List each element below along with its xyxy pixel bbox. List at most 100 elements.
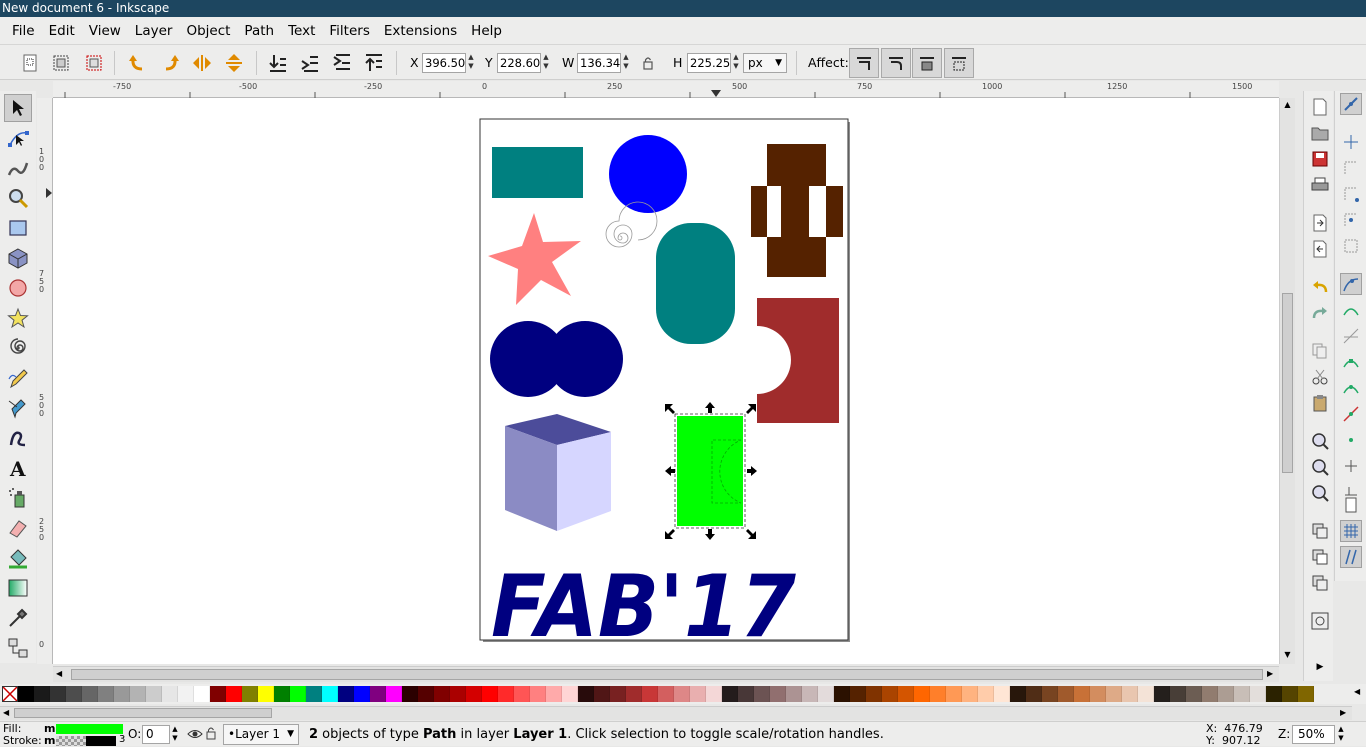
layer-visibility-toggle[interactable] (187, 726, 203, 742)
flip-horizontal-button[interactable] (188, 49, 216, 77)
snap-bbox-midpoints-toggle[interactable] (1340, 209, 1362, 231)
color-swatch[interactable] (34, 686, 50, 702)
rotate-cw-button[interactable] (156, 49, 184, 77)
select-all-layers-button[interactable] (47, 49, 75, 77)
menu-text[interactable]: Text (282, 23, 321, 39)
snap-guides-toggle[interactable] (1340, 546, 1362, 568)
spray-tool[interactable] (4, 484, 32, 512)
color-swatch[interactable] (1250, 686, 1266, 702)
snap-midpoints-toggle[interactable] (1340, 403, 1362, 425)
color-swatch[interactable] (1026, 686, 1042, 702)
palette-scroll-thumb[interactable] (14, 708, 272, 718)
duplicate-button[interactable] (1310, 521, 1330, 541)
color-swatch[interactable] (754, 686, 770, 702)
color-swatch[interactable] (1218, 686, 1234, 702)
color-swatch[interactable] (1090, 686, 1106, 702)
select-all-button[interactable] (16, 49, 44, 77)
menu-layer[interactable]: Layer (129, 23, 179, 39)
color-swatch[interactable] (226, 686, 242, 702)
import-button[interactable] (1310, 213, 1330, 233)
snap-cusp-nodes-toggle[interactable] (1340, 351, 1362, 373)
color-swatch[interactable] (98, 686, 114, 702)
color-swatch[interactable] (354, 686, 370, 702)
color-swatch[interactable] (514, 686, 530, 702)
scroll-right-icon[interactable]: ▶ (1267, 669, 1273, 678)
open-button[interactable] (1310, 123, 1330, 143)
color-swatch[interactable] (946, 686, 962, 702)
color-swatch[interactable] (594, 686, 610, 702)
redo-button[interactable] (1310, 303, 1330, 323)
color-swatch[interactable] (738, 686, 754, 702)
menu-help[interactable]: Help (465, 23, 508, 39)
stroke-color-swatch[interactable] (86, 736, 116, 746)
opacity-field[interactable]: 0 (142, 725, 170, 744)
color-swatch[interactable] (50, 686, 66, 702)
zoom-selection-button[interactable] (1310, 431, 1330, 451)
snap-grid-toggle[interactable] (1340, 520, 1362, 542)
zoom-drawing-button[interactable] (1310, 457, 1330, 477)
rectangle-tool[interactable] (4, 214, 32, 242)
color-swatch[interactable] (914, 686, 930, 702)
scroll-up-icon[interactable]: ▲ (1282, 100, 1293, 111)
copy-button[interactable] (1310, 341, 1330, 361)
calligraphy-tool[interactable] (4, 424, 32, 452)
clone-button[interactable] (1310, 547, 1330, 567)
color-swatch[interactable] (1170, 686, 1186, 702)
tweak-tool[interactable] (4, 154, 32, 182)
color-swatch[interactable] (306, 686, 322, 702)
lower-button[interactable] (296, 49, 324, 77)
deselect-button[interactable] (80, 49, 108, 77)
pencil-tool[interactable] (4, 364, 32, 392)
stroke-pattern-swatch[interactable] (56, 736, 86, 746)
color-swatch[interactable] (450, 686, 466, 702)
color-swatch[interactable] (274, 686, 290, 702)
lower-to-bottom-button[interactable] (264, 49, 292, 77)
rotate-ccw-button[interactable] (124, 49, 152, 77)
color-swatch[interactable] (210, 686, 226, 702)
color-swatch[interactable] (882, 686, 898, 702)
horizontal-scroll-thumb[interactable] (71, 669, 1263, 680)
color-swatch[interactable] (770, 686, 786, 702)
color-swatch[interactable] (386, 686, 402, 702)
save-button[interactable] (1310, 149, 1330, 169)
color-swatch[interactable] (802, 686, 818, 702)
paint-bucket-tool[interactable] (4, 544, 32, 572)
color-swatch[interactable] (962, 686, 978, 702)
connector-tool[interactable] (4, 634, 32, 662)
y-field[interactable]: 228.600 (497, 53, 541, 73)
color-swatch[interactable] (1122, 686, 1138, 702)
color-swatch[interactable] (834, 686, 850, 702)
raise-button[interactable] (328, 49, 356, 77)
color-swatch[interactable] (498, 686, 514, 702)
snap-rotation-center-toggle[interactable] (1340, 455, 1362, 477)
color-swatch[interactable] (114, 686, 130, 702)
zoom-spin-arrows[interactable]: ▲ ▼ (1336, 725, 1346, 744)
horizontal-scrollbar[interactable]: ◀ ▶ (53, 666, 1279, 682)
snap-intersections-toggle[interactable] (1340, 325, 1362, 347)
zoom-tool[interactable] (4, 184, 32, 212)
color-swatch[interactable] (642, 686, 658, 702)
snap-nodes-toggle[interactable] (1340, 273, 1362, 295)
snap-object-centers-toggle[interactable] (1340, 429, 1362, 451)
color-swatch[interactable] (1186, 686, 1202, 702)
scroll-left-icon[interactable]: ◀ (3, 708, 9, 717)
layer-select[interactable]: •Layer 1 ▼ (223, 724, 299, 745)
color-swatch[interactable] (1234, 686, 1250, 702)
color-swatch[interactable] (818, 686, 834, 702)
color-swatch[interactable] (690, 686, 706, 702)
color-swatch[interactable] (18, 686, 34, 702)
scroll-left-icon[interactable]: ◀ (56, 669, 62, 678)
color-swatch[interactable] (466, 686, 482, 702)
color-swatch[interactable] (290, 686, 306, 702)
snap-enable-toggle[interactable] (1340, 93, 1362, 115)
color-swatch[interactable] (1202, 686, 1218, 702)
fab17-logo-text[interactable]: FAB'17 (491, 557, 796, 657)
w-spin-arrows[interactable]: ▲ ▼ (621, 53, 631, 73)
print-button[interactable] (1310, 175, 1330, 195)
cut-button[interactable] (1310, 367, 1330, 387)
color-swatch[interactable] (1266, 686, 1282, 702)
star-tool[interactable] (4, 304, 32, 332)
unit-select[interactable]: px ▼ (743, 53, 787, 73)
snap-bbox-corners-toggle[interactable] (1340, 183, 1362, 205)
node-tool[interactable] (4, 124, 32, 152)
